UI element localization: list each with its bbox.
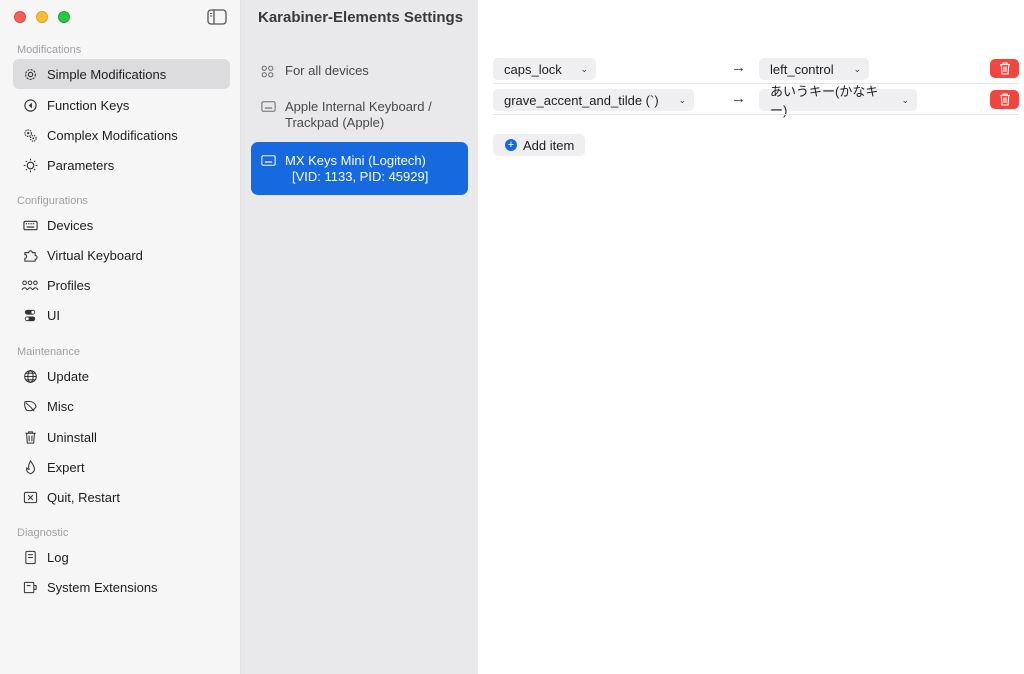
sidebar-item-parameters[interactable]: Parameters <box>13 150 230 180</box>
device-label-line2: Trackpad (Apple) <box>285 115 385 130</box>
mapping-row: grave_accent_and_tilde (`) ⌄ → あいうキー(かなキ… <box>493 84 1019 118</box>
sidebar-item-label: Complex Modifications <box>47 127 178 143</box>
device-label-line2: [VID: 1133, PID: 45929] <box>292 169 429 184</box>
xmark-box-icon <box>21 488 39 506</box>
sidebar-item-function-keys[interactable]: Function Keys <box>13 90 230 120</box>
device-item-mx-keys-mini[interactable]: MX Keys Mini (Logitech) [VID: 1133, PID:… <box>251 142 468 195</box>
sidebar-item-label: Quit, Restart <box>47 489 120 505</box>
sidebar-item-simple-modifications[interactable]: Simple Modifications <box>13 59 230 89</box>
sidebar-item-log[interactable]: Log <box>13 542 230 572</box>
from-key-value: grave_accent_and_tilde (`) <box>504 92 659 108</box>
add-item-label: Add item <box>523 137 575 153</box>
sidebar-item-label: Profiles <box>47 277 91 293</box>
device-list-pane: Karabiner-Elements Settings For all devi… <box>241 0 478 674</box>
globe-icon <box>21 367 39 385</box>
sidebar-item-label: System Extensions <box>47 579 158 595</box>
sidebar-item-system-extensions[interactable]: System Extensions <box>13 572 230 602</box>
gear-icon <box>21 65 39 83</box>
from-key-value: caps_lock <box>504 61 562 77</box>
chevron-down-icon: ⌄ <box>678 94 686 105</box>
trash-icon <box>999 62 1010 75</box>
flame-icon <box>21 458 39 476</box>
trash-icon <box>21 428 39 446</box>
sidebar-item-devices[interactable]: Devices <box>13 210 230 240</box>
sidebar: Modifications Simple Modifications Funct… <box>0 0 241 674</box>
add-item-button[interactable]: + Add item <box>493 134 586 156</box>
from-key-dropdown[interactable]: grave_accent_and_tilde (`) ⌄ <box>493 89 694 111</box>
people-icon <box>21 276 39 294</box>
chevron-down-icon: ⌄ <box>901 94 909 105</box>
sidebar-item-profiles[interactable]: Profiles <box>13 270 230 300</box>
device-item-for-all-devices[interactable]: For all devices <box>251 60 468 82</box>
sidebar-item-label: Update <box>47 368 89 384</box>
sidebar-item-label: Simple Modifications <box>47 66 167 82</box>
gears-icon <box>21 126 39 144</box>
extension-icon <box>21 578 39 596</box>
sun-dial-icon <box>21 156 39 174</box>
chevron-down-icon: ⌄ <box>853 63 861 74</box>
grid-icon <box>261 65 277 78</box>
sidebar-item-label: Devices <box>47 217 94 233</box>
to-key-value: left_control <box>770 61 834 77</box>
minimize-window-button[interactable] <box>36 11 48 23</box>
sidebar-item-complex-modifications[interactable]: Complex Modifications <box>13 120 230 150</box>
close-window-button[interactable] <box>14 11 26 23</box>
trash-icon <box>999 93 1010 106</box>
device-label-line1: Apple Internal Keyboard / <box>285 99 432 114</box>
plus-circle-icon: + <box>505 139 517 151</box>
to-key-dropdown[interactable]: left_control ⌄ <box>759 58 869 80</box>
mapping-row: caps_lock ⌄ → left_control ⌄ <box>493 53 1019 83</box>
puzzle-icon <box>21 246 39 264</box>
chevron-down-icon: ⌄ <box>580 63 588 74</box>
sidebar-item-uninstall[interactable]: Uninstall <box>13 422 230 452</box>
section-header-diagnostic: Diagnostic <box>17 527 69 539</box>
sidebar-toggle-icon[interactable] <box>207 9 227 25</box>
section-header-modifications: Modifications <box>17 44 82 56</box>
from-key-dropdown[interactable]: caps_lock ⌄ <box>493 58 596 80</box>
arrow-right-icon: → <box>731 59 746 76</box>
leaf-icon <box>21 397 39 415</box>
device-label: For all devices <box>285 63 369 78</box>
sidebar-item-label: Log <box>47 549 69 565</box>
device-item-apple-internal-keyboard[interactable]: Apple Internal Keyboard / Trackpad (Appl… <box>251 99 468 135</box>
zoom-window-button[interactable] <box>58 11 70 23</box>
window-title: Karabiner-Elements Settings <box>258 9 464 26</box>
to-key-dropdown[interactable]: あいうキー(かなキー) ⌄ <box>759 84 917 118</box>
sidebar-item-ui[interactable]: UI <box>13 300 230 330</box>
row-divider <box>493 114 1019 115</box>
section-header-configurations: Configurations <box>17 195 88 207</box>
sidebar-item-label: Virtual Keyboard <box>47 247 143 263</box>
sidebar-item-quit-restart[interactable]: Quit, Restart <box>13 482 230 512</box>
keyboard-icon <box>21 216 39 234</box>
section-header-maintenance: Maintenance <box>17 346 80 358</box>
keyboard-icon <box>261 101 277 112</box>
sidebar-item-update[interactable]: Update <box>13 361 230 391</box>
device-label-line1: MX Keys Mini (Logitech) <box>285 153 426 168</box>
toggles-icon <box>21 306 39 324</box>
sidebar-item-label: UI <box>47 307 60 323</box>
sidebar-item-label: Misc <box>47 398 74 414</box>
sidebar-item-virtual-keyboard[interactable]: Virtual Keyboard <box>13 240 230 270</box>
arrow-right-icon: → <box>731 90 746 107</box>
sidebar-item-expert[interactable]: Expert <box>13 452 230 482</box>
keyboard-icon <box>261 155 277 166</box>
sidebar-item-misc[interactable]: Misc <box>13 391 230 421</box>
document-icon <box>21 548 39 566</box>
function-key-icon <box>21 96 39 114</box>
sidebar-item-label: Function Keys <box>47 97 130 113</box>
sidebar-item-label: Parameters <box>47 157 115 173</box>
simple-modifications-panel: caps_lock ⌄ → left_control ⌄ grave_accen… <box>479 0 1024 674</box>
delete-mapping-button[interactable] <box>990 90 1019 109</box>
sidebar-item-label: Expert <box>47 459 85 475</box>
sidebar-item-label: Uninstall <box>47 429 97 445</box>
delete-mapping-button[interactable] <box>990 59 1019 78</box>
